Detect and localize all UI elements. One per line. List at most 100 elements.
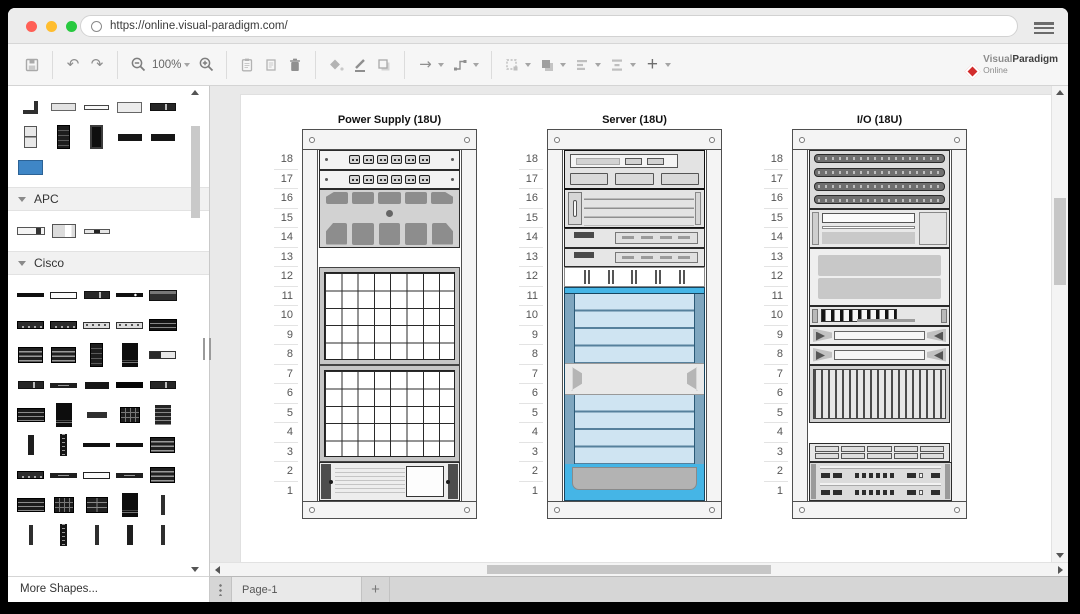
rack-title-server-18u[interactable]: Server (18U) [547, 114, 722, 126]
add-page-button[interactable]: + [362, 577, 390, 602]
device-io-unit-2u[interactable] [809, 209, 950, 248]
device-ports-unit-2u[interactable] [809, 462, 952, 501]
shape-thumbnail-vert-thin[interactable] [146, 520, 179, 550]
device-cable-organizer[interactable] [564, 267, 705, 287]
scroll-down-icon[interactable] [191, 567, 199, 572]
shape-thumbnail-vert-thin[interactable] [146, 490, 179, 520]
undo-button[interactable]: ↶ [61, 52, 85, 78]
scrollbar-thumb[interactable] [1054, 198, 1066, 285]
rack-title-power-supply-18u[interactable]: Power Supply (18U) [302, 114, 477, 126]
zoom-out-button[interactable] [126, 52, 150, 78]
shape-thumbnail-box-lines-wide[interactable] [14, 400, 47, 430]
shape-thumbnail-bar-ports[interactable] [14, 460, 47, 490]
shape-thumbnail-bar-dark-detail[interactable] [146, 92, 179, 122]
shape-thumbnail-cabinet-lines[interactable] [146, 400, 179, 430]
shape-thumbnail-bar-outline[interactable] [47, 280, 80, 310]
distribute-dropdown[interactable] [605, 52, 640, 78]
shape-thumbnail-bar-thin[interactable] [80, 92, 113, 122]
maximize-window-button[interactable] [66, 21, 77, 32]
device-modular-panel-1u[interactable] [809, 443, 950, 463]
scrollbar-thumb[interactable] [191, 126, 200, 218]
paste-button[interactable] [235, 52, 259, 78]
minimize-window-button[interactable] [46, 21, 57, 32]
device-blank-grid-panel[interactable] [319, 267, 460, 365]
device-io-unit-3u[interactable] [809, 248, 950, 307]
shape-thumbnail-bar-black-dot[interactable] [113, 280, 146, 310]
shape-thumbnail-cabinet-black[interactable] [113, 490, 146, 520]
rack-i-o-18u[interactable] [792, 129, 967, 519]
shadow-button[interactable] [372, 52, 396, 78]
device-server-lines-2u[interactable] [564, 189, 705, 228]
shape-thumbnail-box-light[interactable] [113, 92, 146, 122]
shape-thumbnail-bar-dark-detail[interactable] [80, 280, 113, 310]
shape-thumbnail-vert-thin[interactable] [14, 520, 47, 550]
shape-thumbnail-box-square[interactable] [47, 216, 80, 246]
scroll-right-icon[interactable] [1058, 566, 1063, 574]
device-handle-unit-1u[interactable] [809, 345, 950, 365]
shape-thumbnail-strip-thin-dark[interactable] [80, 216, 113, 246]
shape-thumbnail-vert-dots[interactable] [47, 520, 80, 550]
sidebar-scrollbar[interactable] [189, 88, 202, 572]
save-button[interactable] [20, 52, 44, 78]
shape-thumbnail-box-lines-wide[interactable] [14, 490, 47, 520]
line-color-button[interactable] [348, 52, 372, 78]
shape-thumbnail-bar-dark-detail[interactable] [146, 370, 179, 400]
device-vent-panel-3u[interactable] [809, 365, 950, 424]
site-info-icon[interactable] [91, 21, 102, 32]
connector-style-dropdown[interactable] [448, 52, 483, 78]
canvas-vertical-scrollbar[interactable] [1051, 86, 1068, 562]
more-shapes-button[interactable]: More Shapes... [8, 576, 209, 602]
shape-thumbnail-cabinet-split[interactable] [14, 122, 47, 152]
shape-thumbnail-box-grid-dark[interactable] [113, 400, 146, 430]
shape-thumbnail-cabinet-black[interactable] [113, 340, 146, 370]
shape-thumbnail-bar-thin-dark[interactable] [47, 460, 80, 490]
device-server-unit-2u[interactable] [564, 150, 705, 189]
shape-thumbnail-box-ports[interactable] [146, 280, 179, 310]
group-dropdown[interactable] [500, 52, 535, 78]
zoom-level-dropdown[interactable]: 100% [150, 59, 194, 71]
palette-section-apc[interactable]: APC [8, 187, 209, 211]
shape-thumbnail-cabinet-dark[interactable] [80, 340, 113, 370]
shape-thumbnail-bar-outline-dark[interactable] [146, 340, 179, 370]
delete-button[interactable] [283, 52, 307, 78]
shape-thumbnail-cabinet-black[interactable] [47, 400, 80, 430]
device-switch-1u[interactable] [809, 306, 950, 326]
canvas-horizontal-scrollbar[interactable] [210, 562, 1068, 576]
shape-thumbnail-bar-black[interactable] [113, 430, 146, 460]
rack-title-i-o-18u[interactable]: I/O (18U) [792, 114, 967, 126]
shape-thumbnail-bar-dark-detail[interactable] [14, 370, 47, 400]
device-server-1u[interactable] [564, 248, 705, 268]
device-blank-grid-panel[interactable] [319, 365, 460, 463]
shape-thumbnail-bar-outline[interactable] [80, 460, 113, 490]
rack-power-supply-18u[interactable] [302, 129, 477, 519]
device-patch-panel-3u[interactable] [809, 150, 950, 209]
shape-thumbnail-cabinet-frame[interactable] [80, 122, 113, 152]
shape-thumbnail-box-lines[interactable] [47, 340, 80, 370]
device-power-strip[interactable] [319, 150, 460, 170]
shape-thumbnail-bar-ports-light[interactable] [113, 310, 146, 340]
format-copy-button[interactable] [259, 52, 283, 78]
shape-thumbnail-bar-ports-light[interactable] [80, 310, 113, 340]
device-ups[interactable] [319, 189, 460, 248]
scroll-up-icon[interactable] [1056, 90, 1064, 95]
device-power-strip[interactable] [319, 170, 460, 190]
scroll-up-icon[interactable] [191, 90, 199, 95]
shape-thumbnail-bar-dark[interactable] [146, 122, 179, 152]
shape-thumbnail-box-lines[interactable] [146, 430, 179, 460]
shape-thumbnail-box-lines[interactable] [14, 340, 47, 370]
shape-thumbnail-bar-black-wide[interactable] [113, 370, 146, 400]
scrollbar-thumb[interactable] [487, 565, 771, 574]
shape-thumbnail-vert-thin[interactable] [80, 520, 113, 550]
page-list-button[interactable] [210, 577, 232, 602]
fill-color-button[interactable] [324, 52, 348, 78]
shape-thumbnail-bar-thin-dark[interactable] [113, 460, 146, 490]
redo-button[interactable]: ↷ [85, 52, 109, 78]
shape-thumbnail-bar-black[interactable] [80, 430, 113, 460]
shape-thumbnail-box-grid[interactable] [146, 310, 179, 340]
shape-thumbnail-bar-black[interactable] [14, 280, 47, 310]
palette-section-cisco[interactable]: Cisco [8, 251, 209, 275]
shape-thumbnail-bar-light[interactable] [47, 92, 80, 122]
browser-menu-icon[interactable] [1034, 20, 1054, 36]
shape-thumbnail-bar-dark[interactable] [113, 122, 146, 152]
scroll-down-icon[interactable] [1056, 553, 1064, 558]
